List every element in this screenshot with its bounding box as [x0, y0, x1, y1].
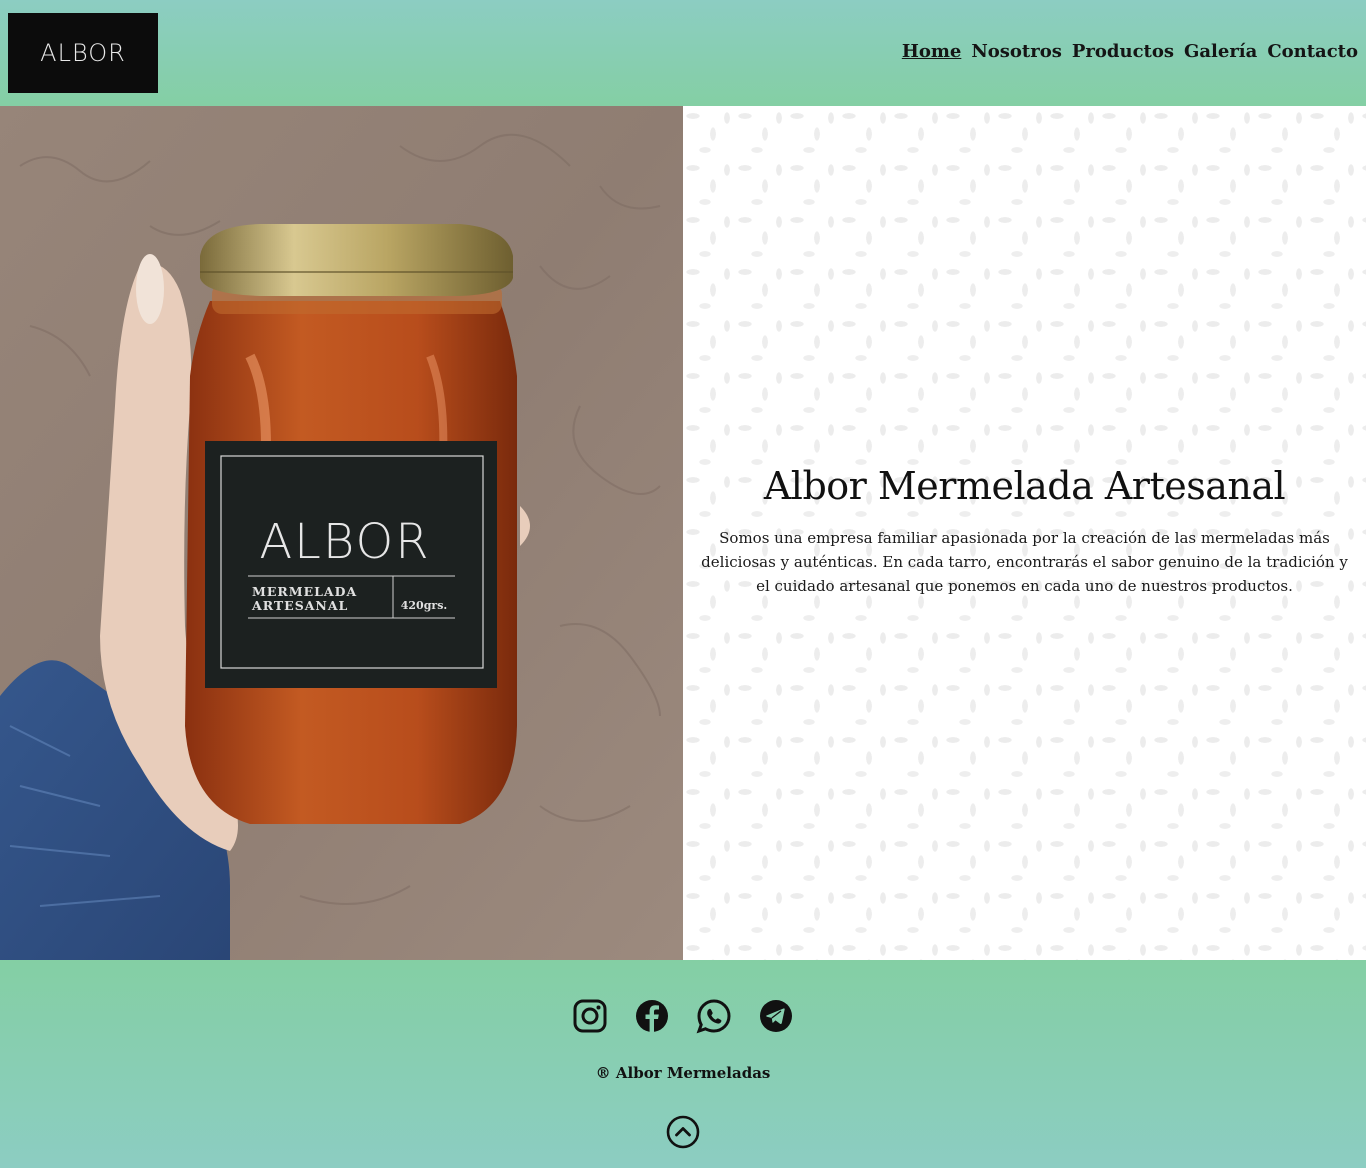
- jar-label-brand: ALBOR: [259, 514, 430, 570]
- jar-label-weight: 420grs.: [401, 599, 447, 612]
- nav-link-contacto[interactable]: Contacto: [1267, 41, 1358, 62]
- site-footer: ® Albor Mermeladas: [0, 960, 1366, 1168]
- site-header: ALBOR Home Nosotros Productos Galería Co…: [0, 0, 1366, 106]
- main-nav: Home Nosotros Productos Galería Contacto: [902, 41, 1358, 62]
- hero-description: Somos una empresa familiar apasionada po…: [701, 529, 1348, 595]
- jar-label-line1: MERMELADA: [252, 584, 357, 599]
- hero-title: Albor Mermelada Artesanal: [763, 464, 1286, 508]
- chevron-up-circle-icon[interactable]: [666, 1115, 700, 1149]
- jar-label-line2: ARTESANAL: [251, 598, 348, 613]
- copyright-text: ® Albor Mermeladas: [595, 1064, 771, 1082]
- telegram-icon[interactable]: [758, 998, 794, 1034]
- brand-logo[interactable]: ALBOR: [8, 13, 158, 93]
- hero-section: ALBOR MERMELADA ARTESANAL 420grs. Albor …: [0, 106, 1366, 960]
- nav-link-home[interactable]: Home: [902, 41, 962, 62]
- nav-link-productos[interactable]: Productos: [1072, 41, 1174, 62]
- intro-content: Albor Mermelada Artesanal Somos una empr…: [683, 464, 1366, 598]
- instagram-icon[interactable]: [572, 998, 608, 1034]
- nav-link-nosotros[interactable]: Nosotros: [971, 41, 1062, 62]
- nav-link-galeria[interactable]: Galería: [1184, 41, 1257, 62]
- brand-logo-text: ALBOR: [40, 39, 126, 67]
- facebook-icon[interactable]: [634, 998, 670, 1034]
- hero-photo-jar: ALBOR MERMELADA ARTESANAL 420grs.: [0, 106, 683, 960]
- intro-panel: Albor Mermelada Artesanal Somos una empr…: [683, 106, 1366, 960]
- whatsapp-icon[interactable]: [696, 998, 732, 1034]
- social-links: [0, 998, 1366, 1034]
